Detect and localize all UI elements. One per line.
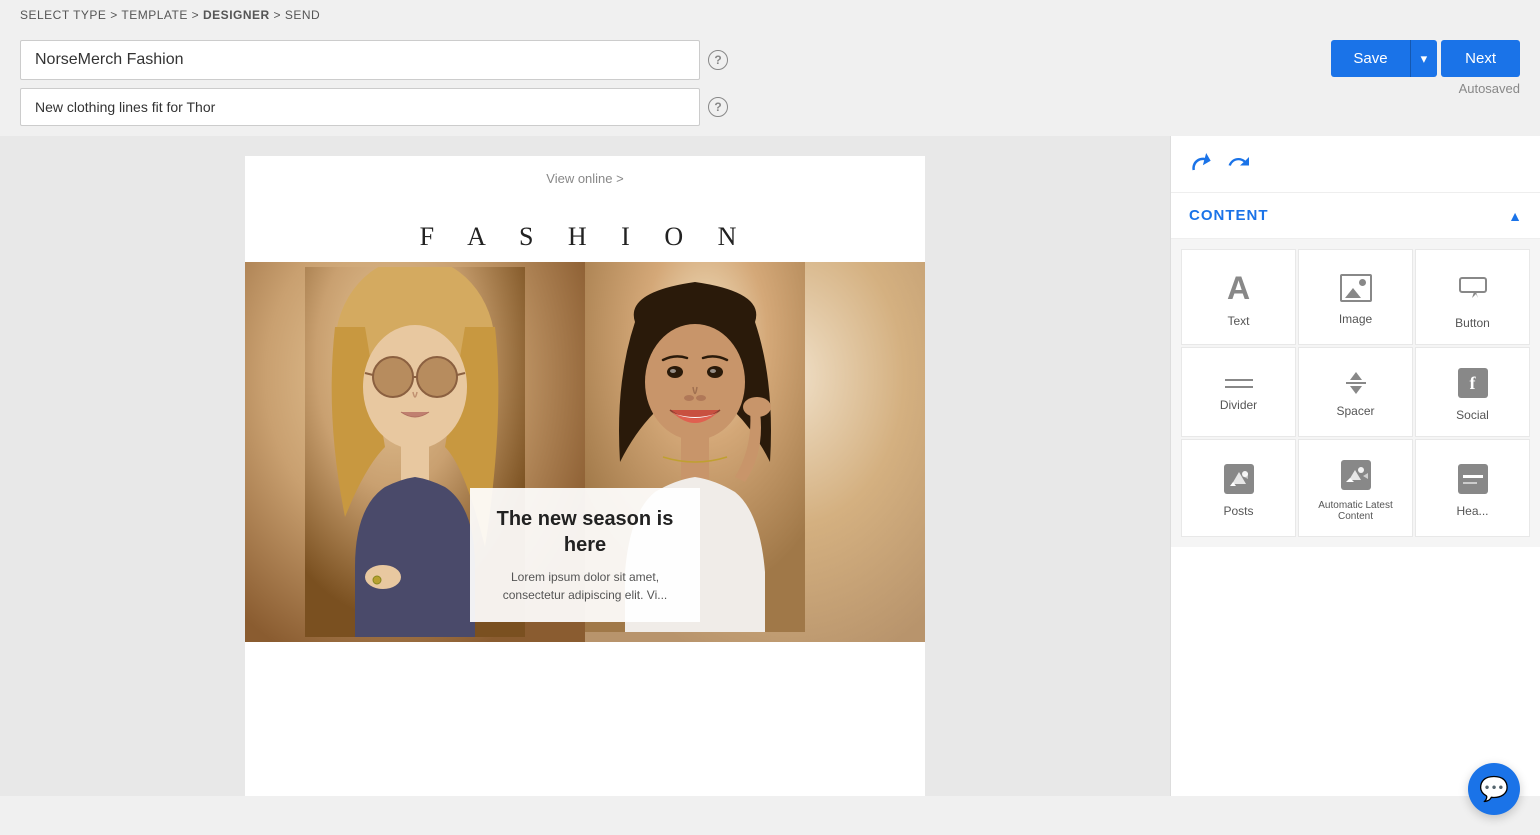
divider-icon (1225, 379, 1253, 388)
collapse-arrow-icon[interactable]: ▲ (1508, 208, 1522, 224)
image-block-label: Image (1339, 312, 1372, 326)
blocks-grid: A Text Image (1171, 239, 1540, 547)
button-icon (1458, 270, 1488, 306)
campaign-name-input[interactable] (20, 40, 700, 80)
image-icon (1340, 274, 1372, 302)
email-content: View online > F A S H I O N (245, 156, 925, 796)
subject-line-row: ? (20, 88, 1520, 126)
spacer-block-label: Spacer (1336, 404, 1374, 418)
overlay-text-box: The new season is here Lorem ipsum dolor… (470, 488, 700, 622)
overlay-body: Lorem ipsum dolor sit amet, consectetur … (494, 568, 676, 604)
button-svg-icon (1458, 270, 1488, 300)
social-icon: f (1458, 368, 1488, 398)
campaign-name-row: ? (20, 40, 1520, 80)
chat-icon: 💬 (1479, 775, 1509, 804)
subject-line-input[interactable] (20, 88, 700, 126)
email-preview-area: View online > F A S H I O N (0, 136, 1170, 796)
undo-icon (1184, 146, 1217, 179)
content-block-button[interactable]: Button (1415, 249, 1530, 345)
spacer-mid-line (1346, 382, 1366, 384)
header-line-1 (1463, 475, 1483, 478)
auto-svg-icon (1341, 460, 1371, 490)
fashion-title: F A S H I O N (245, 202, 925, 262)
save-next-group: Save Next (1331, 40, 1520, 77)
breadcrumb-text: SELECT TYPE > TEMPLATE > DESIGNER > SEND (20, 8, 320, 22)
redo-button[interactable] (1227, 150, 1251, 178)
divider-line-1 (1225, 379, 1253, 381)
overlay-title: The new season is here (494, 506, 676, 558)
save-button[interactable]: Save (1331, 40, 1409, 77)
content-section-title: CONTENT (1189, 207, 1269, 224)
view-online-link[interactable]: View online > (546, 171, 623, 186)
divider-line-2 (1225, 386, 1253, 388)
content-block-image[interactable]: Image (1298, 249, 1413, 345)
content-block-divider[interactable]: Divider (1181, 347, 1296, 437)
chat-bubble[interactable]: 💬 (1468, 763, 1520, 815)
content-header: CONTENT ▲ (1171, 193, 1540, 239)
undo-redo-bar (1171, 136, 1540, 193)
image-grid: The new season is here Lorem ipsum dolor… (245, 262, 925, 642)
autosaved-label: Autosaved (1459, 81, 1520, 96)
auto-latest-icon (1341, 460, 1371, 490)
subject-help-icon[interactable]: ? (708, 97, 728, 117)
breadcrumb-bar: SELECT TYPE > TEMPLATE > DESIGNER > SEND (0, 0, 1540, 30)
undo-button[interactable] (1184, 146, 1219, 182)
mountain-shape (1345, 288, 1361, 298)
content-block-text[interactable]: A Text (1181, 249, 1296, 345)
header-lines (1463, 475, 1483, 484)
content-block-posts[interactable]: Posts (1181, 439, 1296, 537)
main-content-wrapper: View online > F A S H I O N (0, 136, 1540, 796)
spacer-arrow-up (1350, 372, 1362, 380)
content-block-spacer[interactable]: Spacer (1298, 347, 1413, 437)
header-actions: Save Next Autosaved (1331, 40, 1520, 96)
divider-block-label: Divider (1220, 398, 1257, 412)
header-icon (1458, 464, 1488, 494)
header-area: ? ? Save Next Autosaved (0, 30, 1540, 136)
right-panel: CONTENT ▲ A Text Image (1170, 136, 1540, 796)
social-block-label: Social (1456, 408, 1489, 422)
campaign-name-help-icon[interactable]: ? (708, 50, 728, 70)
posts-icon (1224, 464, 1254, 494)
header-block-label: Hea... (1456, 504, 1488, 518)
text-block-label: Text (1227, 314, 1249, 328)
auto-latest-block-label: Automatic Latest Content (1309, 500, 1402, 522)
redo-icon (1227, 150, 1251, 174)
content-section: CONTENT ▲ A Text Image (1171, 193, 1540, 547)
button-block-label: Button (1455, 316, 1490, 330)
view-online-bar: View online > (245, 156, 925, 202)
text-icon: A (1227, 272, 1250, 304)
content-block-social[interactable]: f Social (1415, 347, 1530, 437)
content-block-header[interactable]: Hea... (1415, 439, 1530, 537)
posts-block-label: Posts (1223, 504, 1253, 518)
posts-svg-icon (1224, 464, 1254, 494)
circle-shape (1359, 279, 1366, 286)
header-line-2 (1463, 482, 1477, 484)
spacer-icon (1346, 372, 1366, 394)
save-dropdown-button[interactable] (1410, 40, 1438, 77)
spacer-arrow-down (1350, 386, 1362, 394)
next-button[interactable]: Next (1441, 40, 1520, 77)
content-block-auto-latest[interactable]: Automatic Latest Content (1298, 439, 1413, 537)
